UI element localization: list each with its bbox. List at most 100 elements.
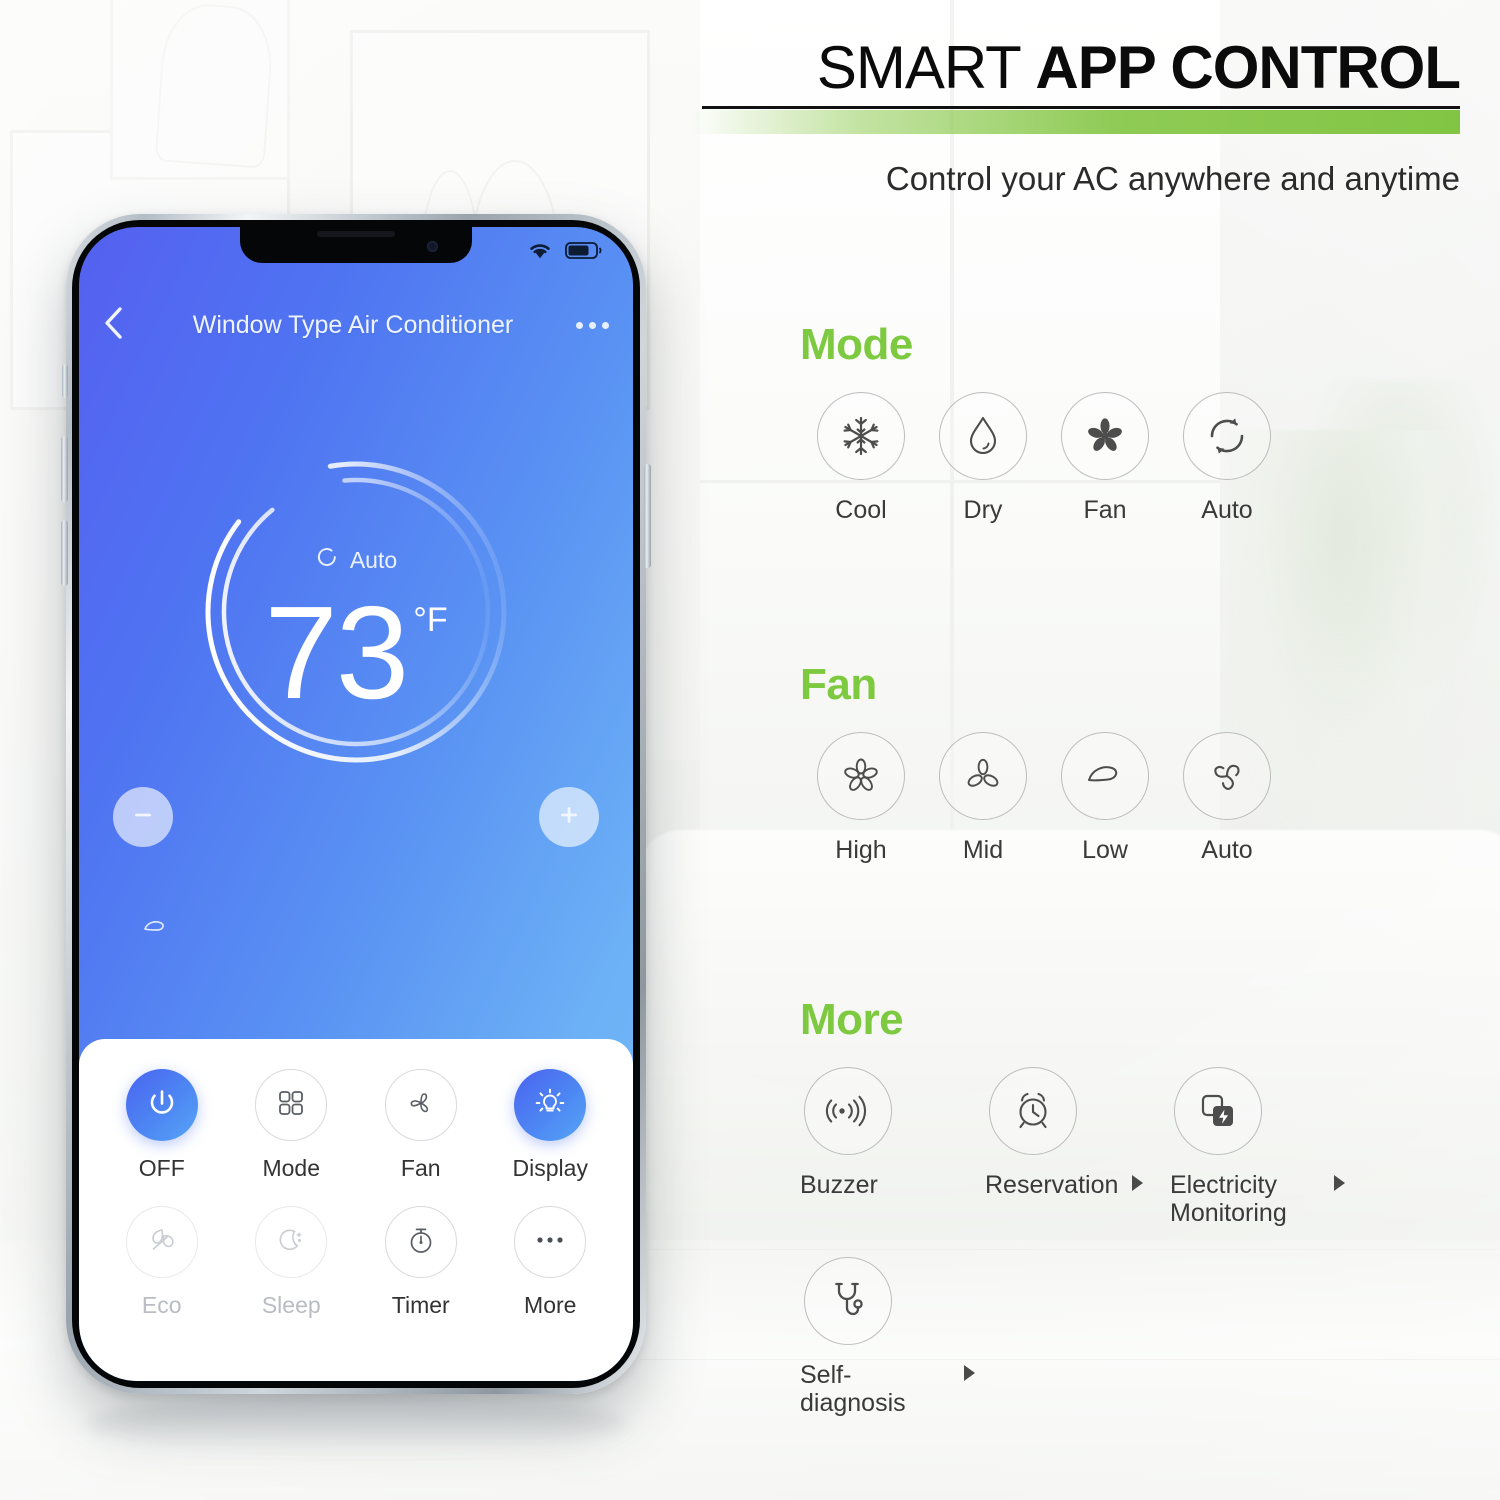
fan-mid-button[interactable] [939,732,1027,820]
mode-option-cool[interactable]: Cool [800,392,922,524]
phone-volume-down-button[interactable] [61,520,68,586]
self-diagnosis-button[interactable] [804,1257,892,1345]
section-fan: Fan High Mid Low Auto [800,660,1288,864]
alarm-clock-icon [1010,1087,1056,1135]
control-label: More [524,1292,577,1318]
page-title-light: SMART [816,34,1036,101]
phone-volume-up-button[interactable] [61,436,68,502]
fan-low-button[interactable] [1061,732,1149,820]
display-button[interactable] [514,1069,587,1141]
more-option-reservation[interactable]: Reservation [985,1067,1170,1227]
fan-label: Mid [962,836,1004,864]
chevron-right-icon[interactable] [1334,1175,1345,1191]
chevron-right-icon[interactable] [964,1365,975,1381]
auto-cycle-icon [1204,413,1250,459]
control-fan[interactable]: Fan [363,1069,479,1182]
dial-mode-indicator: Auto [315,545,397,575]
auto-mode-button[interactable] [1183,392,1271,480]
leaf-icon [145,1223,179,1262]
temperature-unit: °F [413,601,448,639]
title-underline-black [702,106,1460,109]
section-title-more: More [800,995,904,1044]
back-chevron-icon[interactable] [103,305,143,346]
status-bar [527,241,603,265]
single-blade-icon [1081,759,1129,793]
phone-power-button[interactable] [644,464,651,568]
more-label: Self-diagnosis [800,1361,906,1417]
electricity-monitoring-button[interactable] [1174,1067,1262,1155]
more-label-line: Electricity Monitoring [1170,1171,1355,1227]
section-title-mode: Mode [800,320,913,369]
fan-option-mid[interactable]: Mid [922,732,1044,864]
section-mode: Mode Cool Dry Fan Auto [800,320,1288,524]
fan-auto-button[interactable] [1183,732,1271,820]
control-label: Mode [262,1155,321,1181]
page-title: SMART APP CONTROL [690,38,1461,98]
buzzer-button[interactable] [804,1067,892,1155]
water-drop-icon [961,412,1005,460]
power-button[interactable] [125,1069,198,1141]
control-mode[interactable]: Mode [233,1069,349,1182]
mode-option-fan[interactable]: Fan [1044,392,1166,524]
section-title-fan: Fan [800,660,877,709]
more-button[interactable] [514,1206,587,1278]
control-power[interactable]: OFF [104,1069,220,1182]
minus-icon [130,802,156,833]
timer-button[interactable] [384,1206,457,1278]
control-eco[interactable]: Eco [104,1206,220,1319]
section-more: More Buzzer Reservation Electricity Moni… [800,995,1420,1447]
page-subtitle: Control your AC anywhere and anytime [885,160,1460,197]
control-row-secondary: Eco Sleep Timer More [97,1206,615,1319]
control-label: Eco [141,1292,182,1318]
phone-reflection [86,1394,626,1454]
control-timer[interactable]: Timer [363,1206,479,1319]
temperature-dial[interactable]: Auto 73 °F [79,457,633,847]
fan-option-high[interactable]: High [800,732,922,864]
overflow-dots-icon[interactable] [563,321,609,329]
more-option-electricity-monitoring[interactable]: Electricity Monitoring [1170,1067,1355,1227]
control-label: OFF [138,1155,185,1181]
control-display[interactable]: Display [492,1069,608,1182]
fan-high-button[interactable] [817,732,905,820]
low-wind-icon [141,917,169,942]
reservation-button[interactable] [989,1067,1077,1155]
mode-button[interactable] [255,1069,328,1141]
app-bar: Window Type Air Conditioner [79,297,633,353]
ellipsis-icon [533,1233,567,1251]
control-label: Timer [391,1292,450,1318]
control-label: Sleep [261,1292,321,1318]
control-sleep[interactable]: Sleep [233,1206,349,1319]
fan-button[interactable] [384,1069,457,1141]
eco-button[interactable] [125,1206,198,1278]
temperature-value: 73 [264,579,409,726]
more-label-line: Self-diagnosis [800,1361,985,1417]
plus-icon [556,802,582,833]
temperature-decrease-button[interactable] [113,787,173,847]
temperature-increase-button[interactable] [539,787,599,847]
auto-refresh-icon [315,545,339,575]
sleep-button[interactable] [255,1206,328,1278]
mode-label: Auto [1201,496,1253,524]
fan-option-auto[interactable]: Auto [1166,732,1288,864]
mode-option-auto[interactable]: Auto [1166,392,1288,524]
fan-options: High Mid Low Auto [800,732,1288,864]
fan-mode-button[interactable] [1061,392,1149,480]
dry-button[interactable] [939,392,1027,480]
page-header: SMART APP CONTROL Control your AC anywhe… [690,38,1461,198]
mode-option-dry[interactable]: Dry [922,392,1044,524]
fan-filled-icon [1081,412,1129,460]
fan-option-low[interactable]: Low [1044,732,1166,864]
more-option-self-diagnosis[interactable]: Self-diagnosis [800,1257,985,1417]
sound-wave-icon [824,1089,872,1133]
title-underline [690,106,1460,134]
fan-blade-icon [403,1085,439,1126]
chevron-right-icon[interactable] [1132,1175,1144,1191]
earpiece-speaker [317,231,395,237]
phone-screen: Window Type Air Conditioner Auto 73 °F O… [79,227,633,1381]
phone-silent-switch[interactable] [62,364,68,398]
phone-mockup: Window Type Air Conditioner Auto 73 °F O… [61,214,651,1394]
more-option-buzzer[interactable]: Buzzer [800,1067,985,1227]
control-more[interactable]: More [492,1206,608,1319]
stethoscope-icon [826,1277,870,1325]
cool-button[interactable] [817,392,905,480]
